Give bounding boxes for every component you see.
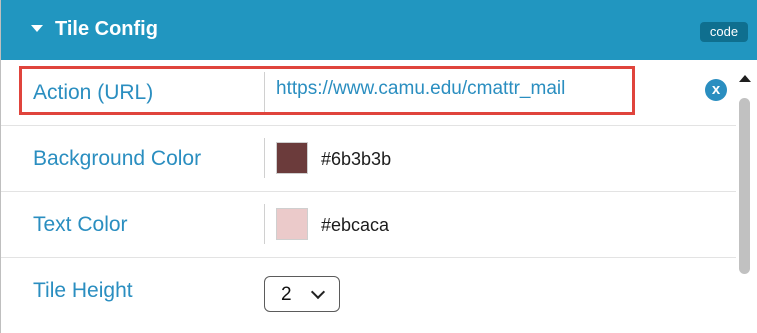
tile-height-label: Tile Height [33,279,133,302]
divider [264,138,265,178]
tile-height-select[interactable]: 2 [264,276,340,312]
chevron-down-icon [310,284,326,300]
text-color-label: Text Color [33,213,128,236]
scrollbar-thumb[interactable] [739,98,750,274]
clear-url-button[interactable]: x [705,79,727,101]
row-text-color: Text Color #ebcaca [1,192,736,258]
divider [264,204,265,244]
tile-height-selected-value: 2 [281,284,292,305]
panel-title: Tile Config [55,18,158,40]
background-color-swatch[interactable] [276,142,308,174]
code-button[interactable]: code [700,22,748,42]
text-color-value[interactable]: #ebcaca [321,215,389,236]
background-color-label: Background Color [33,147,202,170]
text-color-swatch[interactable] [276,208,308,240]
caret-down-icon[interactable] [31,25,43,32]
scroll-up-arrow-icon[interactable] [739,75,751,82]
tile-config-header[interactable]: Tile Config code [1,0,757,60]
tile-config-panel: Tile Config code Action (URL) https://ww… [0,0,757,333]
highlight-box [19,66,635,115]
row-background-color: Background Color #6b3b3b [1,126,736,192]
row-tile-height: Tile Height 2 [1,258,736,324]
background-color-value[interactable]: #6b3b3b [321,149,391,170]
